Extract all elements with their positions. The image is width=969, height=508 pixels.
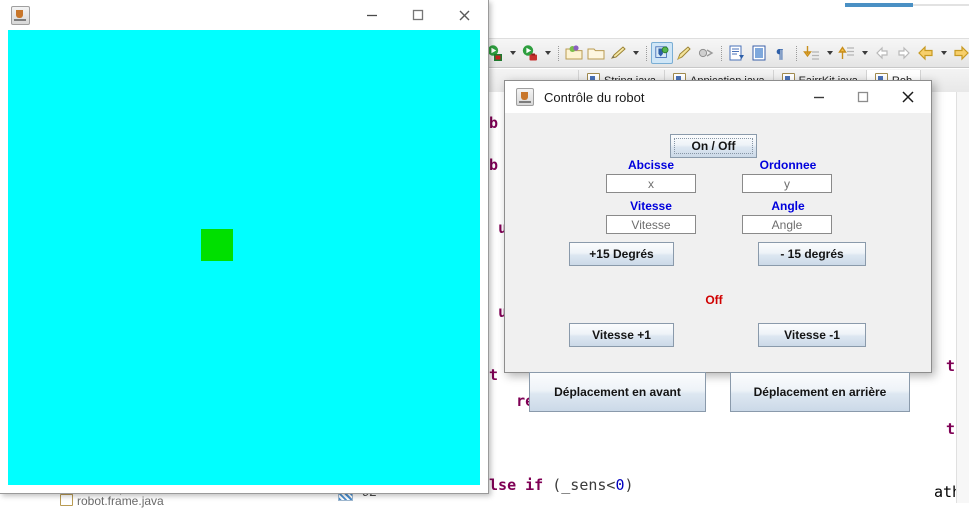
- code-line: else if (_sens<0): [480, 476, 634, 494]
- maximize-icon[interactable]: [395, 0, 441, 30]
- abcisse-label: Abcisse: [627, 158, 675, 172]
- java-cup-icon: [516, 88, 534, 106]
- speed-minus-label: Vitesse -1: [784, 328, 840, 342]
- vitesse-value: Vitesse: [631, 217, 671, 232]
- speed-plus-button[interactable]: Vitesse +1: [569, 323, 674, 347]
- run-dropdown-icon[interactable]: [541, 42, 554, 64]
- format-icon[interactable]: [673, 42, 695, 64]
- robot-control-dialog[interactable]: Contrôle du robot On / Off Abcisse x Ord…: [504, 80, 932, 412]
- explorer-item-label: robot.frame.java: [77, 494, 164, 508]
- dialog-title: Contrôle du robot: [544, 89, 645, 105]
- power-toggle-button[interactable]: On / Off: [670, 134, 757, 158]
- abcisse-input[interactable]: x: [606, 174, 696, 193]
- ordonnee-value: y: [784, 176, 790, 191]
- move-backward-label: Déplacement en arrière: [753, 385, 887, 399]
- code-line: }: [480, 433, 969, 454]
- minimize-icon[interactable]: [797, 81, 841, 113]
- ordonnee-input[interactable]: y: [742, 174, 832, 193]
- abcisse-value: x: [648, 176, 654, 191]
- inactive-view-underline: [913, 4, 969, 6]
- robot-canvas[interactable]: [8, 30, 480, 485]
- back-dropdown-icon[interactable]: [937, 42, 950, 64]
- angle-plus-label: +15 Degrés: [589, 247, 654, 261]
- ordonnee-label: Ordonnee: [759, 158, 817, 172]
- vitesse-input[interactable]: Vitesse: [606, 215, 696, 234]
- close-icon[interactable]: [441, 0, 487, 30]
- explorer-item-robot-frame[interactable]: robot.frame.java: [60, 494, 164, 508]
- angle-plus-button[interactable]: +15 Degrés: [569, 242, 674, 266]
- new-java-package-icon[interactable]: [563, 42, 585, 64]
- angle-label: Angle: [771, 199, 805, 213]
- new-folder-icon[interactable]: [585, 42, 607, 64]
- next-annotation-icon[interactable]: [801, 42, 823, 64]
- canvas-window-buttons[interactable]: [349, 0, 487, 30]
- speed-minus-button[interactable]: Vitesse -1: [758, 323, 866, 347]
- angle-input[interactable]: Angle: [742, 215, 832, 234]
- toolbar-separator: [792, 42, 801, 64]
- previous-annotation-dropdown-icon[interactable]: [858, 42, 871, 64]
- previous-annotation-icon[interactable]: [836, 42, 858, 64]
- move-backward-button[interactable]: Déplacement en arrière: [730, 372, 910, 412]
- close-icon[interactable]: [885, 81, 931, 113]
- canvas-window-titlebar[interactable]: [0, 0, 487, 30]
- minimize-icon[interactable]: [349, 0, 395, 30]
- angle-minus-label: - 15 degrés: [780, 247, 844, 261]
- back-history-icon[interactable]: [871, 42, 893, 64]
- status-badge: Off: [705, 293, 723, 307]
- focus-ring: [674, 138, 753, 154]
- new-java-class-icon[interactable]: [607, 42, 629, 64]
- open-type-icon[interactable]: [726, 42, 748, 64]
- new-dropdown-icon[interactable]: [629, 42, 642, 64]
- active-view-underline: [845, 3, 913, 7]
- toolbar-separator: [642, 42, 651, 64]
- robot-sprite[interactable]: [201, 229, 233, 261]
- toolbar-separator: [554, 42, 563, 64]
- back-icon[interactable]: [915, 42, 937, 64]
- angle-minus-button[interactable]: - 15 degrés: [758, 242, 866, 266]
- dialog-titlebar[interactable]: Contrôle du robot: [505, 81, 931, 113]
- forward-history-icon[interactable]: [893, 42, 915, 64]
- run-debug-dropdown-icon[interactable]: [506, 42, 519, 64]
- dialog-body: On / Off Abcisse x Ordonnee y Vitesse Vi…: [506, 113, 930, 412]
- dialog-window-buttons[interactable]: [797, 81, 931, 113]
- toolbar-separator: [717, 42, 726, 64]
- open-task-icon[interactable]: [748, 42, 770, 64]
- move-forward-label: Déplacement en avant: [554, 385, 681, 399]
- vitesse-label: Vitesse: [630, 199, 672, 213]
- forward-icon[interactable]: [950, 42, 969, 64]
- next-annotation-dropdown-icon[interactable]: [823, 42, 836, 64]
- maximize-icon[interactable]: [841, 81, 885, 113]
- speed-plus-label: Vitesse +1: [592, 328, 651, 342]
- skip-breakpoints-icon[interactable]: [695, 42, 717, 64]
- java-cup-icon: [11, 5, 30, 25]
- editor-overview-ruler[interactable]: [956, 92, 969, 503]
- show-whitespace-icon[interactable]: ¶: [770, 42, 792, 64]
- run-icon[interactable]: [519, 42, 541, 64]
- move-forward-button[interactable]: Déplacement en avant: [529, 372, 706, 412]
- robot-canvas-window[interactable]: [0, 0, 489, 494]
- toggle-mark-occurrences-icon[interactable]: [651, 42, 673, 64]
- java-file-icon: [60, 494, 73, 506]
- svg-text:¶: ¶: [776, 47, 784, 62]
- angle-value: Angle: [771, 217, 803, 232]
